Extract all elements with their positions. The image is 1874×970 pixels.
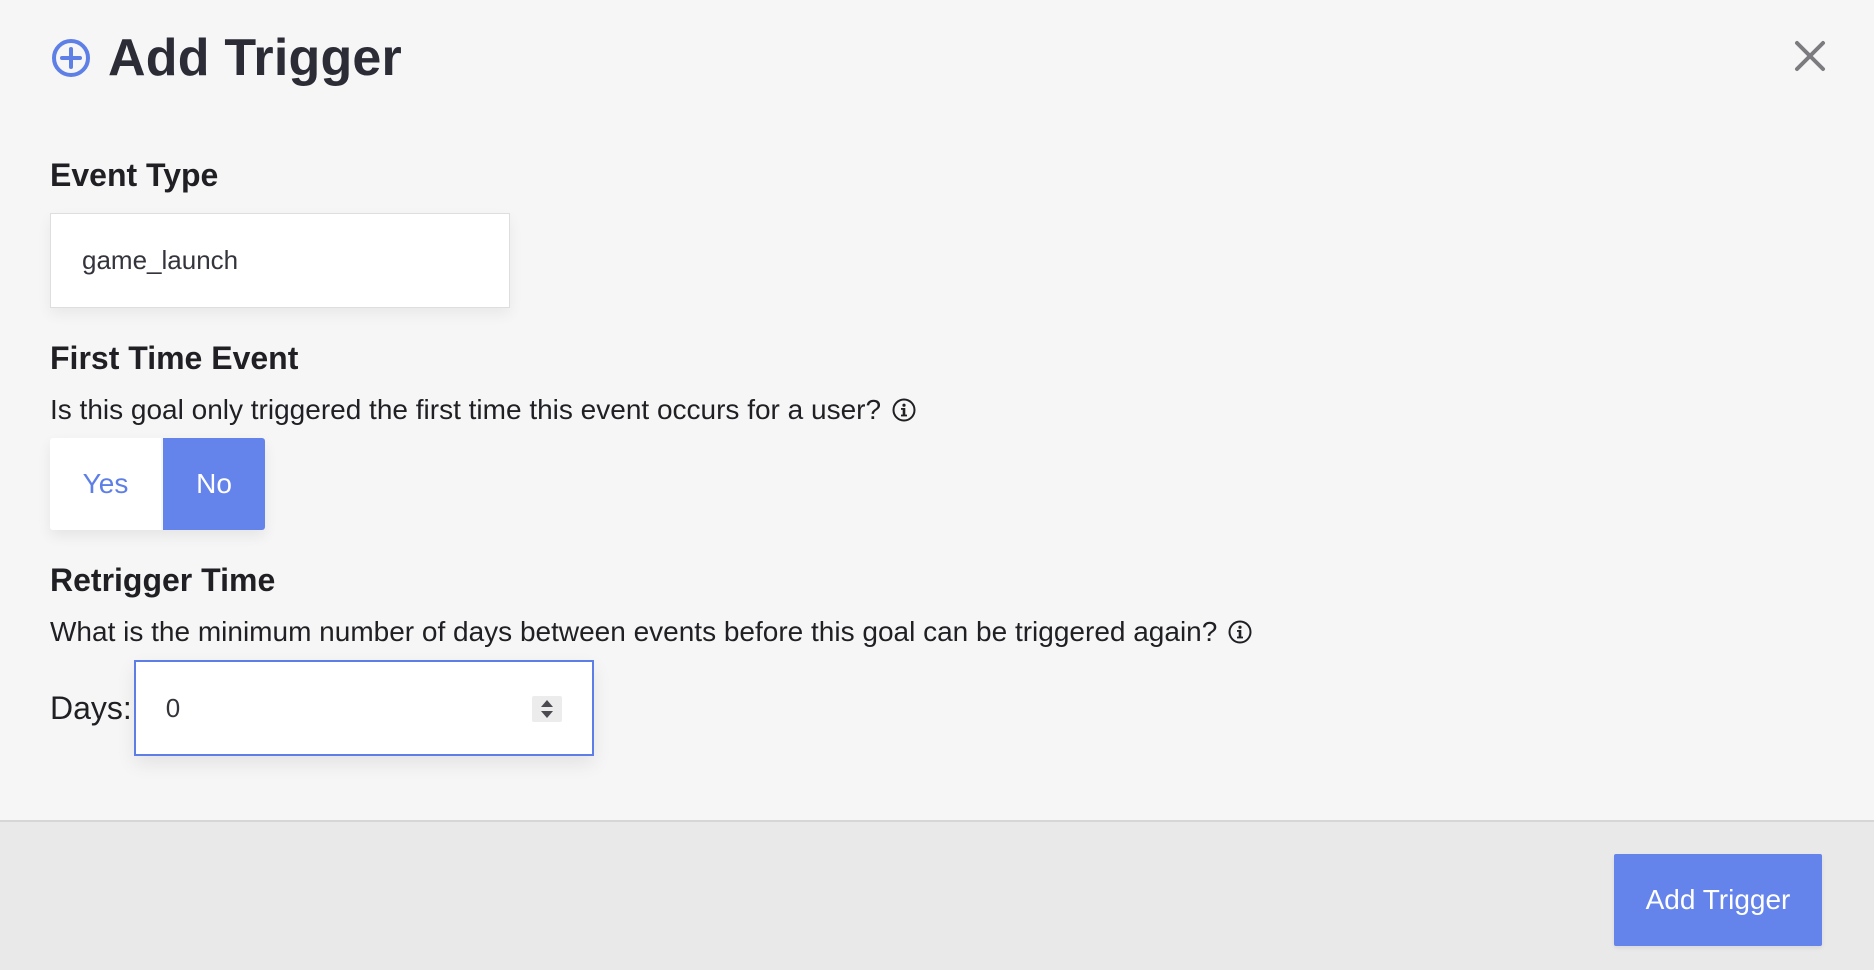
- dialog-footer: Add Trigger: [0, 820, 1874, 970]
- days-label: Days:: [50, 689, 132, 726]
- add-trigger-button[interactable]: Add Trigger: [1614, 854, 1822, 946]
- first-time-event-description: Is this goal only triggered the first ti…: [50, 394, 917, 426]
- days-number-input[interactable]: 0: [133, 660, 594, 756]
- first-time-event-description-text: Is this goal only triggered the first ti…: [50, 394, 882, 425]
- stepper-arrows-icon: [540, 700, 553, 718]
- toggle-option-yes[interactable]: Yes: [50, 438, 161, 530]
- dialog-title: Add Trigger: [108, 29, 402, 87]
- first-time-event-toggle: Yes No: [50, 438, 265, 530]
- dialog-header: Add Trigger: [50, 26, 402, 90]
- event-type-input[interactable]: [50, 213, 510, 308]
- info-icon[interactable]: [891, 397, 917, 423]
- close-icon: [1795, 41, 1825, 71]
- info-icon[interactable]: [1227, 619, 1253, 645]
- close-button[interactable]: [1792, 38, 1828, 74]
- first-time-event-label: First Time Event: [50, 340, 299, 376]
- retrigger-time-description: What is the minimum number of days betwe…: [50, 616, 1253, 648]
- days-row: Days: 0: [50, 660, 594, 756]
- days-value: 0: [165, 693, 181, 723]
- toggle-option-no[interactable]: No: [163, 438, 265, 530]
- event-type-label: Event Type: [50, 157, 219, 193]
- plus-circle-icon: [52, 39, 90, 77]
- add-trigger-dialog: Add Trigger Event Type First Time Event …: [0, 0, 1874, 970]
- retrigger-time-label: Retrigger Time: [50, 562, 276, 598]
- days-stepper[interactable]: [531, 696, 562, 722]
- retrigger-time-description-text: What is the minimum number of days betwe…: [50, 616, 1218, 647]
